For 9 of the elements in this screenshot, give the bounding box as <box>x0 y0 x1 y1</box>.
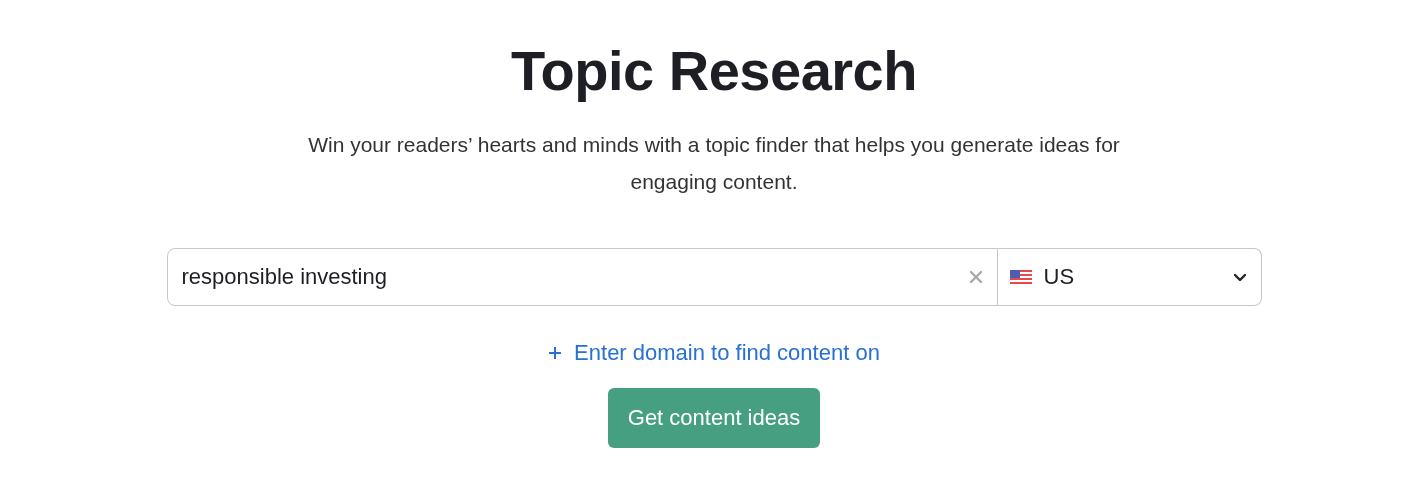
country-select[interactable]: US <box>997 248 1262 306</box>
chevron-down-icon <box>1232 272 1247 282</box>
clear-icon[interactable] <box>968 270 983 284</box>
flag-icon <box>1009 270 1032 284</box>
plus-icon <box>548 346 563 360</box>
page-title: Topic Research <box>511 38 917 104</box>
page-description: Win your readers’ hearts and minds with a topic finder that helps you generate ideas for engaging content. <box>307 132 1121 195</box>
topic-search-field[interactable]: responsible investing <box>166 248 998 306</box>
topic-search-input[interactable]: responsible investing <box>179 263 969 291</box>
